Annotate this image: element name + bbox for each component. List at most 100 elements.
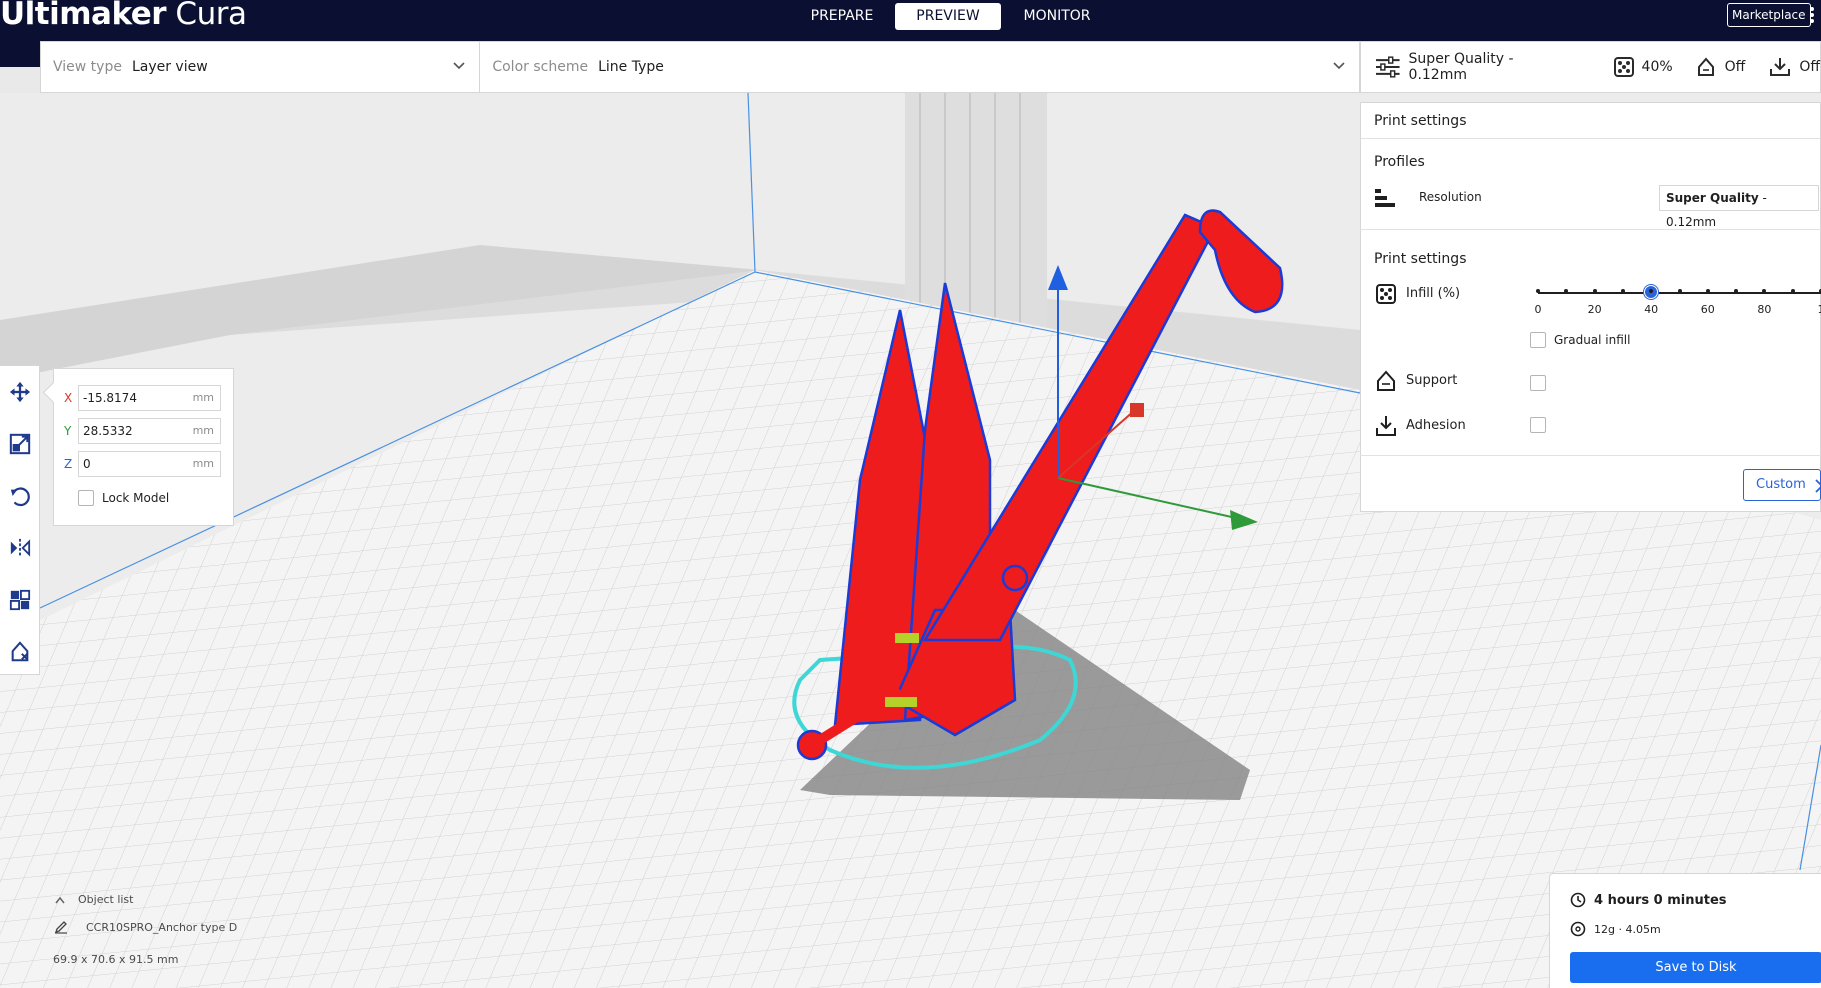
profile-summary: Super Quality - 0.12mm bbox=[1375, 51, 1574, 83]
move-icon bbox=[9, 381, 31, 403]
z-coordinate-field[interactable]: mm bbox=[78, 450, 221, 477]
object-name-row[interactable]: CCR10SPRO_Anchor type D bbox=[54, 920, 237, 934]
app-logo: Ultimaker Cura bbox=[0, 0, 247, 32]
sliders-icon bbox=[1375, 56, 1400, 78]
support-blocker-icon bbox=[11, 641, 29, 662]
x-axis-label: X bbox=[64, 390, 73, 405]
tab-preview[interactable]: PREVIEW bbox=[895, 3, 1001, 30]
infill-slider-tick-label: 20 bbox=[1587, 303, 1602, 316]
z-coordinate-row: Z mm bbox=[64, 447, 221, 480]
print-settings-heading: Print settings bbox=[1374, 251, 1467, 267]
divider bbox=[1360, 229, 1821, 230]
z-axis-label: Z bbox=[64, 456, 73, 471]
tab-monitor[interactable]: MONITOR bbox=[1004, 3, 1110, 30]
view-bar: View type Layer view Color scheme Line T… bbox=[40, 41, 1360, 93]
lock-model-row[interactable]: Lock Model bbox=[64, 482, 221, 514]
object-list-toggle[interactable]: Object list bbox=[54, 893, 133, 906]
print-time: 4 hours 0 minutes bbox=[1594, 892, 1727, 908]
object-dimensions: 69.9 x 70.6 x 91.5 mm bbox=[53, 953, 179, 966]
infill-slider-tick bbox=[1564, 289, 1569, 293]
resolution-label: Resolution bbox=[1419, 190, 1482, 204]
mirror-icon bbox=[10, 538, 31, 558]
chevron-down-icon bbox=[453, 62, 465, 70]
per-model-settings-icon bbox=[9, 589, 31, 611]
print-time-row: 4 hours 0 minutes bbox=[1570, 892, 1727, 908]
infill-summary-text: 40% bbox=[1641, 59, 1673, 75]
rotate-tool-button[interactable] bbox=[0, 470, 40, 522]
view-type-value: Layer view bbox=[131, 59, 208, 75]
infill-label: Infill (%) bbox=[1406, 286, 1461, 301]
profiles-heading: Profiles bbox=[1374, 154, 1425, 170]
stage-tabs: PREPARE PREVIEW MONITOR bbox=[789, 3, 1110, 30]
z-unit: mm bbox=[192, 456, 214, 470]
lock-model-label: Lock Model bbox=[102, 491, 170, 505]
rotate-icon bbox=[10, 487, 30, 507]
lock-model-checkbox[interactable] bbox=[78, 490, 94, 506]
y-coordinate-input[interactable] bbox=[83, 423, 183, 438]
more-menu-icon[interactable] bbox=[1808, 5, 1816, 27]
move-tool-panel: X mm Y mm Z mm Lock Model bbox=[53, 368, 234, 526]
infill-icon bbox=[1613, 57, 1634, 77]
material-row: 12g · 4.05m bbox=[1570, 921, 1661, 937]
save-to-disk-button[interactable]: Save to Disk bbox=[1570, 952, 1821, 983]
adhesion-checkbox[interactable] bbox=[1530, 417, 1546, 433]
print-settings-summary[interactable]: Super Quality - 0.12mm 40% Off Off bbox=[1360, 41, 1821, 93]
infill-slider-tick bbox=[1620, 289, 1625, 293]
y-axis-label: Y bbox=[64, 423, 72, 438]
infill-slider-tick-label: 60 bbox=[1700, 303, 1715, 316]
scale-tool-button[interactable] bbox=[0, 418, 40, 470]
x-coordinate-field[interactable]: mm bbox=[78, 384, 221, 411]
infill-slider-tick bbox=[1762, 289, 1767, 293]
infill-slider-tick-label: 1 bbox=[1818, 303, 1821, 316]
support-icon bbox=[1697, 57, 1714, 76]
marketplace-button[interactable]: Marketplace bbox=[1727, 3, 1811, 27]
profile-summary-text: Super Quality - 0.12mm bbox=[1408, 51, 1514, 83]
resolution-value-bold: Super Quality bbox=[1666, 191, 1759, 205]
infill-slider-tick-label: 0 bbox=[1534, 303, 1542, 316]
object-name: CCR10SPRO_Anchor type D bbox=[86, 920, 238, 934]
gradual-infill-checkbox[interactable] bbox=[1530, 332, 1546, 348]
infill-summary: 40% bbox=[1613, 57, 1673, 77]
pencil-icon bbox=[54, 921, 67, 934]
object-list-label: Object list bbox=[78, 893, 134, 906]
adhesion-label: Adhesion bbox=[1406, 418, 1466, 433]
support-summary: Off bbox=[1695, 57, 1745, 77]
move-tool-button[interactable] bbox=[0, 366, 40, 418]
adhesion-summary-text: Off bbox=[1799, 59, 1820, 75]
tab-prepare[interactable]: PREPARE bbox=[789, 3, 895, 30]
custom-settings-label: Custom bbox=[1756, 477, 1806, 492]
support-blocker-button[interactable] bbox=[0, 626, 40, 678]
per-model-settings-button[interactable] bbox=[0, 574, 40, 626]
view-type-dropdown[interactable]: View type Layer view bbox=[41, 42, 481, 92]
infill-slider-tick-label: 40 bbox=[1644, 303, 1659, 316]
top-bar: Ultimaker Cura PREPARE PREVIEW MONITOR M… bbox=[0, 0, 1821, 41]
chevron-down-icon bbox=[1333, 62, 1345, 70]
infill-slider-tick bbox=[1536, 289, 1540, 293]
gradual-infill-row[interactable]: Gradual infill bbox=[1530, 332, 1630, 348]
scale-icon bbox=[9, 433, 31, 455]
x-coordinate-row: X mm bbox=[64, 381, 221, 414]
gradual-infill-label: Gradual infill bbox=[1554, 333, 1631, 347]
color-scheme-dropdown[interactable]: Color scheme Line Type bbox=[480, 42, 1359, 92]
material-usage: 12g · 4.05m bbox=[1594, 922, 1661, 936]
header-underlap bbox=[0, 41, 40, 67]
adhesion-icon bbox=[1770, 58, 1791, 76]
mirror-tool-button[interactable] bbox=[0, 522, 40, 574]
print-settings-title: Print settings bbox=[1361, 103, 1820, 139]
infill-slider[interactable] bbox=[1536, 285, 1821, 299]
infill-icon bbox=[1376, 284, 1396, 304]
x-coordinate-input[interactable] bbox=[83, 390, 183, 405]
output-panel: 4 hours 0 minutes 12g · 4.05m Save to Di… bbox=[1549, 873, 1821, 988]
x-unit: mm bbox=[192, 390, 214, 404]
y-coordinate-field[interactable]: mm bbox=[78, 417, 221, 444]
y-coordinate-row: Y mm bbox=[64, 414, 221, 447]
resolution-dropdown[interactable]: Super Quality - 0.12mm bbox=[1659, 185, 1819, 229]
support-checkbox[interactable] bbox=[1530, 375, 1546, 391]
clock-icon bbox=[1570, 892, 1586, 908]
infill-slider-tick bbox=[1790, 289, 1795, 293]
color-scheme-label: Color scheme bbox=[492, 59, 589, 75]
z-coordinate-input[interactable] bbox=[83, 456, 183, 471]
custom-settings-button[interactable]: Custom bbox=[1743, 469, 1821, 501]
support-icon bbox=[1377, 370, 1395, 391]
infill-slider-tick bbox=[1734, 289, 1739, 293]
